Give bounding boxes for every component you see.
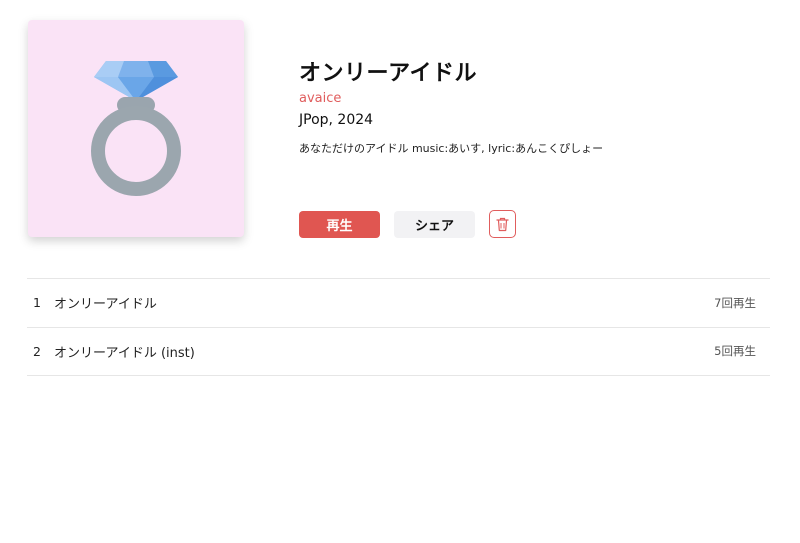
track-list: 1 オンリーアイドル 7回再生 2 オンリーアイドル (inst) 5回再生 xyxy=(27,278,770,376)
delete-button[interactable] xyxy=(489,210,516,238)
album-cover xyxy=(28,20,244,237)
album-genre-year: JPop, 2024 xyxy=(299,112,374,128)
track-play-count: 7回再生 xyxy=(714,295,756,310)
diamond-ring-icon xyxy=(91,60,181,196)
trash-icon xyxy=(496,217,509,231)
album-actions: 再生 シェア xyxy=(299,210,516,238)
track-row[interactable]: 1 オンリーアイドル 7回再生 xyxy=(27,279,770,328)
album-description: あなただけのアイドル music:あいす, lyric:あんこくぴしょー xyxy=(299,142,604,155)
album-title: オンリーアイドル xyxy=(299,61,478,86)
track-number: 1 xyxy=(33,295,41,311)
album-page: オンリーアイドル avaice JPop, 2024 あなただけのアイドル mu… xyxy=(0,0,800,543)
share-button[interactable]: シェア xyxy=(394,210,475,238)
track-title: オンリーアイドル (inst) xyxy=(54,345,195,361)
album-info: オンリーアイドル avaice JPop, 2024 あなただけのアイドル mu… xyxy=(299,60,769,156)
track-title: オンリーアイドル xyxy=(54,297,157,313)
track-play-count: 5回再生 xyxy=(714,344,756,359)
artist-link[interactable]: avaice xyxy=(299,91,769,107)
track-number: 2 xyxy=(33,343,41,359)
track-row[interactable]: 2 オンリーアイドル (inst) 5回再生 xyxy=(27,328,770,376)
play-button[interactable]: 再生 xyxy=(299,210,380,238)
